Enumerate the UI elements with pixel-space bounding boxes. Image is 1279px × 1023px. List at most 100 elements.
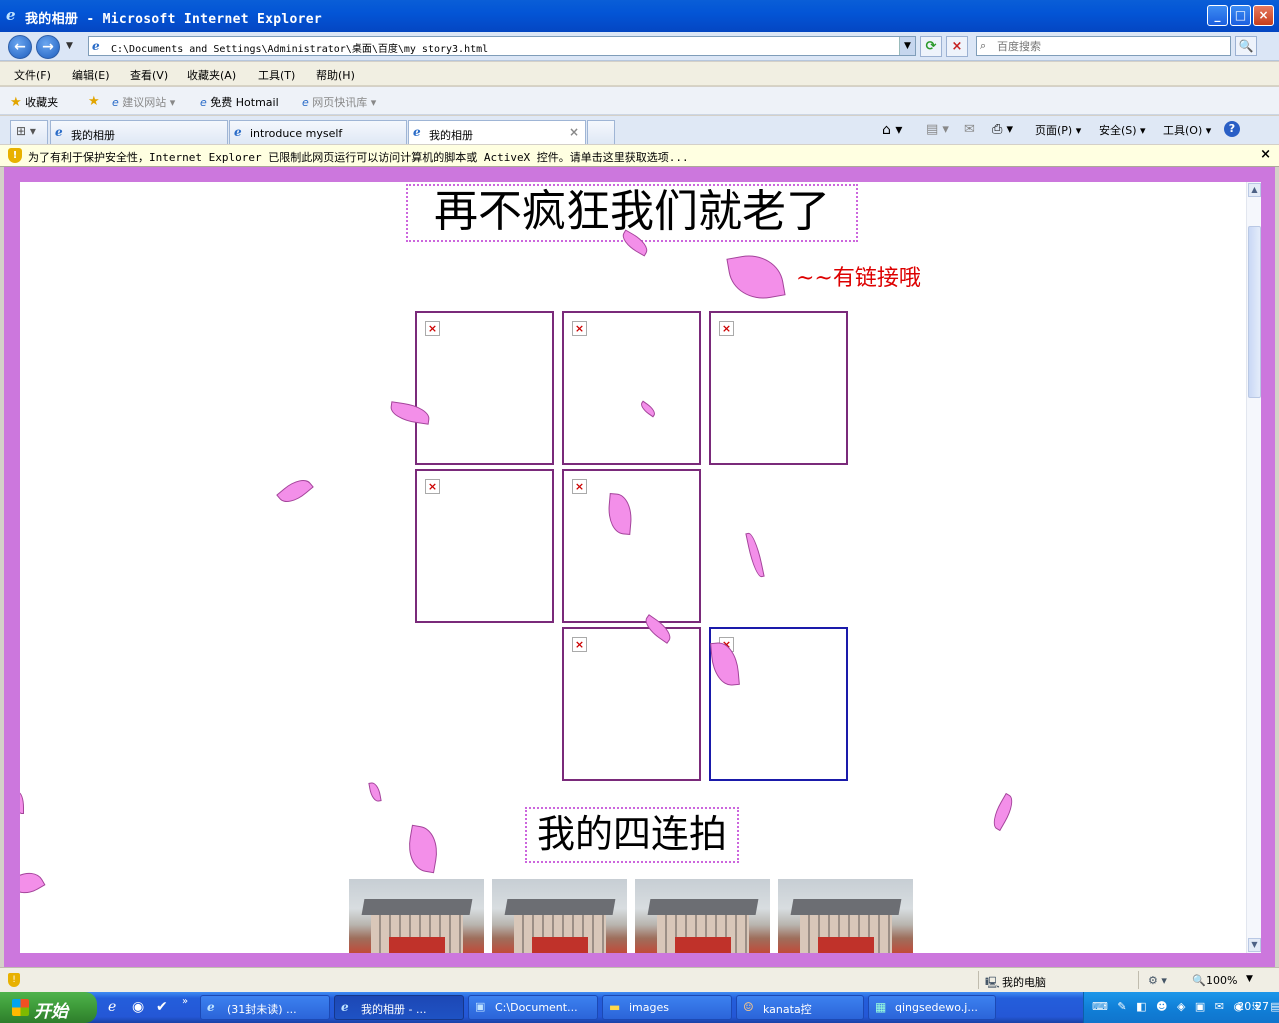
fav-suggested-sites[interactable]: e 建议网站 ▾	[112, 94, 175, 110]
menu-edit[interactable]: 编辑(E)	[72, 67, 110, 83]
tab-introduce-myself[interactable]: e introduce myself	[229, 120, 407, 144]
link-hint: ~~有链接哦	[796, 266, 921, 291]
zoom-level[interactable]: 100%	[1206, 974, 1237, 987]
strip-photo[interactable]	[778, 879, 913, 953]
petal-decoration	[276, 473, 314, 509]
fav-web-slice-gallery[interactable]: e 网页快讯库 ▾	[302, 94, 376, 110]
photo-thumbnail[interactable]: ×	[562, 311, 701, 465]
quicklaunch-more-icon[interactable]: »	[182, 996, 188, 1007]
scrollbar-thumb[interactable]	[1248, 226, 1261, 398]
protected-mode-icon[interactable]: ⚙ ▾	[1148, 974, 1167, 987]
menu-favorites[interactable]: 收藏夹(A)	[187, 67, 236, 83]
photo-thumbnail[interactable]: ×	[415, 311, 554, 465]
quicklaunch-ie-icon[interactable]: e	[108, 999, 116, 1015]
print-icon[interactable]: ⎙ ▾	[992, 122, 1013, 137]
history-dropdown-icon[interactable]: ▼	[66, 41, 76, 51]
petal-decoration	[20, 792, 24, 814]
favorites-button[interactable]: ★ 收藏夹	[10, 94, 58, 110]
task-images-folder[interactable]: ▬ images	[602, 995, 732, 1020]
task-documents[interactable]: ▣ C:\Document...	[468, 995, 598, 1020]
computer-icon: 🖳	[985, 976, 1000, 989]
tab-row: ⊞ ▾ e 我的相册 e introduce myself e 我的相册 × ⌂…	[0, 116, 1279, 144]
menu-file[interactable]: 文件(F)	[14, 67, 51, 83]
broken-image-icon: ×	[719, 321, 734, 336]
maximize-button[interactable]: □	[1230, 5, 1251, 26]
strip-photo[interactable]	[349, 879, 484, 953]
minimize-button[interactable]: _	[1207, 5, 1228, 26]
menu-tools[interactable]: 工具(T)	[258, 67, 295, 83]
infobar-message[interactable]: 为了有利于保护安全性，Internet Explorer 已限制此网页运行可以访…	[28, 149, 689, 165]
forward-button[interactable]: →	[36, 35, 60, 59]
window-titlebar[interactable]: e 我的相册 - Microsoft Internet Explorer _ □…	[0, 0, 1279, 32]
tab-ie-icon: e	[55, 125, 63, 139]
address-url[interactable]: C:\Documents and Settings\Administrator\…	[111, 40, 488, 55]
photo-thumbnail[interactable]: ×	[709, 311, 848, 465]
web-page: 再不疯狂我们就老了 ~~有链接哦 × × × × × × × 我的四连拍	[20, 182, 1246, 953]
feeds-icon[interactable]: ▤ ▾	[926, 122, 949, 137]
petal-decoration	[404, 824, 442, 874]
menu-help[interactable]: 帮助(H)	[316, 67, 355, 83]
tab-album-1[interactable]: e 我的相册	[50, 120, 228, 144]
menu-view[interactable]: 查看(V)	[130, 67, 168, 83]
photo-thumbnail[interactable]: ×	[562, 469, 701, 623]
tab-ie-icon: e	[413, 125, 421, 139]
search-icon: ⌕	[980, 39, 987, 52]
tab-album-active[interactable]: e 我的相册 ×	[408, 120, 586, 144]
infobar-close-icon[interactable]: ×	[1260, 147, 1271, 162]
strip-photo[interactable]	[635, 879, 770, 953]
status-bar: ! 🖳 我的电脑 ⚙ ▾ 🔍 100% ▼	[0, 967, 1279, 992]
refresh-button[interactable]: ⟳	[920, 36, 942, 57]
tab-ie-icon: e	[234, 125, 242, 139]
taskbar: 开始 e ◉ ✔ » e (31封未读) ... e 我的相册 - ... ▣ C:\…	[0, 992, 1279, 1023]
broken-image-icon: ×	[572, 637, 587, 652]
scroll-up-icon[interactable]: ▲	[1248, 183, 1261, 197]
petal-decoration	[745, 531, 765, 579]
task-kanata[interactable]: ☺ kanata控	[736, 995, 864, 1020]
vertical-scrollbar[interactable]: ▲ ▼	[1246, 182, 1261, 953]
scroll-down-icon[interactable]: ▼	[1248, 938, 1261, 952]
zoom-dropdown-icon[interactable]: ▼	[1246, 974, 1253, 984]
task-album[interactable]: e 我的相册 - ...	[334, 995, 464, 1020]
close-button[interactable]: ×	[1253, 5, 1274, 26]
add-favorite-icon[interactable]: ★	[88, 94, 100, 109]
zoom-icon[interactable]: 🔍	[1192, 974, 1206, 987]
broken-image-icon: ×	[425, 479, 440, 494]
address-toolbar: ← → ▼ e C:\Documents and Settings\Admini…	[0, 32, 1279, 61]
stop-button[interactable]: ×	[946, 36, 968, 57]
start-button[interactable]: 开始	[0, 992, 97, 1023]
photo-thumbnail[interactable]: ×	[415, 469, 554, 623]
help-icon[interactable]: ?	[1224, 121, 1240, 137]
address-dropdown-icon[interactable]: ▼	[899, 37, 915, 55]
mail-icon[interactable]: ✉	[964, 122, 975, 137]
new-tab-button[interactable]	[587, 120, 615, 144]
tab-close-icon[interactable]: ×	[569, 125, 579, 139]
favorites-bar: ★ 收藏夹 ★ e 建议网站 ▾ e 免费 Hotmail e 网页快讯库 ▾	[0, 87, 1279, 115]
petal-decoration	[20, 865, 46, 901]
safety-menu[interactable]: 安全(S) ▾	[1099, 122, 1146, 138]
quicklaunch-app-icon[interactable]: ✔	[156, 999, 168, 1015]
search-go-button[interactable]: 🔍	[1235, 36, 1257, 56]
clock[interactable]: 20:27	[1237, 1000, 1269, 1013]
ie-logo-icon: e	[6, 6, 16, 24]
menu-bar: 文件(F) 编辑(E) 查看(V) 收藏夹(A) 工具(T) 帮助(H)	[0, 62, 1279, 86]
section-title: 我的四连拍	[525, 807, 739, 863]
petal-decoration	[987, 792, 1019, 832]
back-button[interactable]: ←	[8, 35, 32, 59]
strip-photo[interactable]	[492, 879, 627, 953]
system-tray: ⌨ ✎ ◧ ☻ ◈ ▣ ✉ ◉ ⛨ ▤ ✦ 20:27	[1083, 992, 1279, 1023]
task-mail[interactable]: e (31封未读) ...	[200, 995, 330, 1020]
security-infobar[interactable]: ! 为了有利于保护安全性，Internet Explorer 已限制此网页运行可…	[0, 145, 1279, 167]
fav-hotmail[interactable]: e 免费 Hotmail	[200, 94, 279, 110]
search-box[interactable]: ⌕	[976, 36, 1231, 56]
quicklaunch-browser-icon[interactable]: ◉	[132, 999, 144, 1015]
broken-image-icon: ×	[572, 479, 587, 494]
home-icon[interactable]: ⌂ ▾	[882, 122, 902, 138]
page-menu[interactable]: 页面(P) ▾	[1035, 122, 1081, 138]
quick-tabs-button[interactable]: ⊞ ▾	[10, 120, 48, 144]
task-image-viewer[interactable]: ▦ qingsedewo.j...	[868, 995, 996, 1020]
address-bar[interactable]: e C:\Documents and Settings\Administrato…	[88, 36, 916, 56]
page-icon: e	[92, 39, 100, 53]
photo-thumbnail[interactable]: ×	[562, 627, 701, 781]
tools-menu[interactable]: 工具(O) ▾	[1163, 122, 1211, 138]
search-input[interactable]	[997, 38, 1227, 54]
